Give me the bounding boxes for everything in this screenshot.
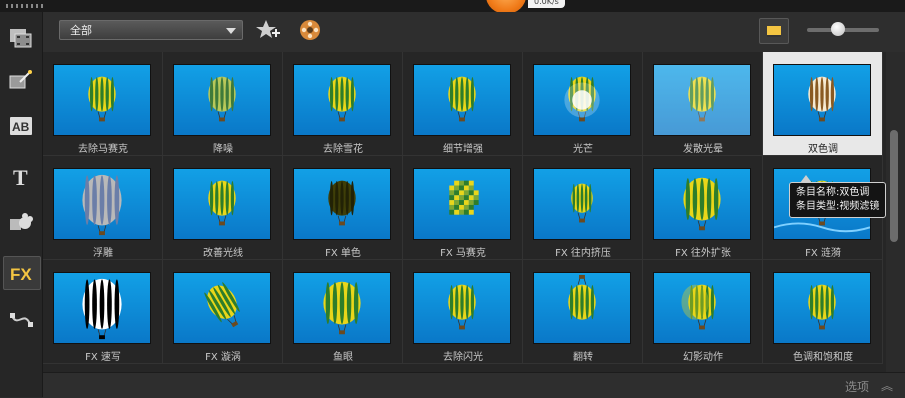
effect-label: 去除马赛克: [78, 144, 128, 155]
graphics-icon[interactable]: [3, 206, 39, 238]
effect-label: 翻转: [573, 352, 593, 363]
magic-wand-icon[interactable]: [3, 64, 39, 96]
item-tooltip: 条目名称:双色调 条目类型:视频滤镜: [789, 175, 887, 218]
effect-thumbnail[interactable]: [533, 272, 631, 344]
effect-item[interactable]: 浮雕: [43, 156, 163, 260]
effect-label: FX 漩涡: [205, 352, 241, 363]
effect-label: 发散光晕: [683, 144, 723, 155]
effect-thumbnail[interactable]: [653, 272, 751, 344]
chevron-down-icon: [226, 28, 236, 34]
effect-thumbnail[interactable]: [53, 272, 151, 344]
effect-label: 鱼眼: [333, 352, 353, 363]
effect-label: 去除雪花: [323, 144, 363, 155]
effect-thumbnail[interactable]: [173, 272, 271, 344]
effect-item[interactable]: FX 往内挤压: [523, 156, 643, 260]
effect-thumbnail[interactable]: [653, 64, 751, 136]
download-speed: 0.0K/s: [528, 0, 565, 8]
transition-ab-icon[interactable]: AB: [3, 110, 39, 142]
effect-thumbnail[interactable]: [773, 272, 871, 344]
effect-item[interactable]: 去除闪光: [403, 260, 523, 364]
effect-item[interactable]: 改善光线: [163, 156, 283, 260]
top-strip: [0, 0, 905, 12]
effect-item[interactable]: 去除马赛克: [43, 52, 163, 156]
chevron-double-up-icon[interactable]: ︽: [881, 377, 893, 394]
category-dropdown-value: 全部: [70, 24, 92, 37]
effect-label: FX 速写: [85, 352, 121, 363]
effect-item[interactable]: 降噪: [163, 52, 283, 156]
effect-label: FX 单色: [325, 248, 361, 259]
tooltip-item-name: 条目名称:双色调: [796, 187, 870, 198]
motion-path-icon[interactable]: [3, 304, 39, 336]
fx-label: FX: [10, 265, 32, 284]
effects-grid: 去除马赛克 降噪 去除雪花 细节增强 光芒 发散光晕 双色调浮雕 改善光线 FX 单色 FX 马赛…: [43, 52, 886, 372]
effect-item[interactable]: 细节增强: [403, 52, 523, 156]
bottom-bar: 选项 ︽: [43, 372, 905, 398]
effect-label: 光芒: [573, 144, 593, 155]
svg-text:AB: AB: [12, 120, 30, 134]
effect-item[interactable]: FX 单色: [283, 156, 403, 260]
effect-item[interactable]: 幻影动作: [643, 260, 763, 364]
tooltip-item-type: 条目类型:视频滤镜: [796, 201, 880, 212]
effect-thumbnail[interactable]: [173, 64, 271, 136]
effect-thumbnail[interactable]: [533, 64, 631, 136]
film-reel-icon[interactable]: [297, 18, 323, 42]
effect-thumbnail[interactable]: [533, 168, 631, 240]
thumbnail-view-icon[interactable]: [759, 18, 789, 44]
drag-grip[interactable]: [6, 4, 44, 8]
effect-label: FX 涟漪: [805, 248, 841, 259]
effect-item[interactable]: FX 马赛克: [403, 156, 523, 260]
effect-item[interactable]: FX 漩涡: [163, 260, 283, 364]
category-dropdown[interactable]: 全部: [59, 20, 243, 40]
effect-label: 细节增强: [443, 144, 483, 155]
effect-item[interactable]: 光芒: [523, 52, 643, 156]
library-toolbar: 全部: [43, 12, 905, 52]
options-button[interactable]: 选项: [845, 378, 869, 395]
effect-item[interactable]: 翻转: [523, 260, 643, 364]
effect-thumbnail[interactable]: [653, 168, 751, 240]
effect-label: 降噪: [213, 144, 233, 155]
thumbnail-size-slider-knob[interactable]: [831, 22, 845, 36]
effect-thumbnail[interactable]: [53, 64, 151, 136]
library-sidebar: AB T FX: [0, 12, 43, 397]
effect-label: 浮雕: [93, 248, 113, 259]
effect-label: 幻影动作: [683, 352, 723, 363]
effect-item[interactable]: 去除雪花: [283, 52, 403, 156]
fx-icon[interactable]: FX: [3, 256, 41, 290]
effect-thumbnail[interactable]: [413, 272, 511, 344]
effect-thumbnail[interactable]: [773, 64, 871, 136]
effect-item[interactable]: FX 往外扩张: [643, 156, 763, 260]
title-t-icon[interactable]: T: [3, 160, 39, 192]
effect-item[interactable]: 鱼眼: [283, 260, 403, 364]
effect-label: 双色调: [808, 144, 838, 155]
effect-label: 去除闪光: [443, 352, 483, 363]
effect-thumbnail[interactable]: [173, 168, 271, 240]
star-plus-icon[interactable]: [255, 18, 281, 42]
effect-thumbnail[interactable]: [413, 168, 511, 240]
effect-label: 色调和饱和度: [793, 352, 853, 363]
effect-item[interactable]: 色调和饱和度: [763, 260, 883, 364]
effect-label: FX 往内挤压: [555, 248, 611, 259]
effect-label: FX 马赛克: [440, 248, 486, 259]
effect-item[interactable]: 发散光晕: [643, 52, 763, 156]
effect-item[interactable]: FX 速写: [43, 260, 163, 364]
scrollbar-thumb[interactable]: [890, 130, 898, 242]
effect-thumbnail[interactable]: [293, 272, 391, 344]
svg-text:T: T: [13, 165, 28, 188]
media-library-icon[interactable]: [3, 22, 39, 54]
effect-thumbnail[interactable]: [293, 168, 391, 240]
effect-thumbnail[interactable]: [53, 168, 151, 240]
effect-label: FX 往外扩张: [675, 248, 731, 259]
effect-label: 改善光线: [203, 248, 243, 259]
vertical-scrollbar[interactable]: [886, 52, 905, 372]
effect-thumbnail[interactable]: [413, 64, 511, 136]
effect-item[interactable]: 双色调: [763, 52, 883, 156]
effect-thumbnail[interactable]: [293, 64, 391, 136]
